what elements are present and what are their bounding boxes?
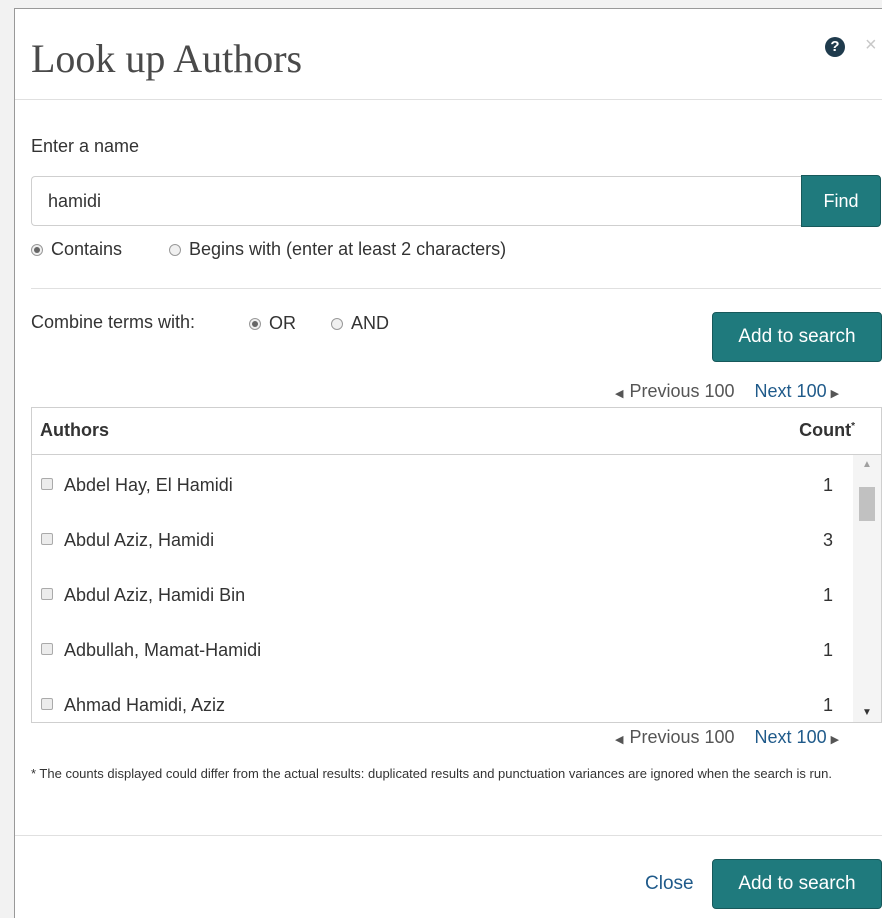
add-to-search-button-top[interactable]: Add to search (712, 312, 882, 362)
and-radio-label: AND (351, 313, 390, 333)
author-name: Abdul Aziz, Hamidi (64, 530, 215, 550)
contains-radio-option[interactable]: Contains (31, 239, 122, 260)
table-row: Ahmad Hamidi, Aziz 1 (32, 675, 853, 722)
table-row: Abdul Aziz, Hamidi Bin 1 (32, 565, 853, 620)
author-name: Ahmad Hamidi, Aziz (64, 695, 226, 715)
or-radio-option[interactable]: OR (249, 313, 296, 334)
table-body: Abdel Hay, El Hamidi 1 Abdul Aziz, Hamid… (32, 455, 853, 722)
triangle-right-icon: ▶ (830, 734, 840, 746)
close-icon[interactable]: × (865, 35, 877, 55)
author-count: 1 (822, 585, 833, 605)
pager-bottom: ◀ Previous 100 Next 100 ▶ (615, 727, 839, 748)
row-checkbox[interactable] (41, 478, 53, 490)
look-up-authors-dialog: Look up Authors ? × Enter a name Find Co… (14, 8, 882, 918)
triangle-left-icon: ◀ (615, 388, 624, 400)
pager-top: ◀ Previous 100 Next 100 ▶ (615, 381, 839, 402)
contains-radio[interactable] (31, 243, 43, 256)
table-header: Authors Count* (32, 408, 881, 455)
author-count: 1 (822, 695, 833, 715)
authors-column-header: Authors (40, 420, 109, 440)
table-row: Abdel Hay, El Hamidi 1 (32, 455, 853, 510)
table-row: Abdul Aziz, Hamidi 3 (32, 510, 853, 565)
next-100-link-top[interactable]: Next 100 ▶ (755, 381, 840, 401)
table-row: Adbullah, Mamat-Hamidi 1 (32, 620, 853, 675)
contains-radio-label: Contains (51, 239, 123, 259)
author-name: Abdul Aziz, Hamidi Bin (64, 585, 246, 605)
enter-name-label: Enter a name (31, 136, 140, 156)
author-name: Abdel Hay, El Hamidi (64, 475, 233, 495)
combine-terms-label: Combine terms with: (31, 312, 196, 332)
begins-with-radio[interactable] (169, 243, 181, 256)
scroll-up-arrow-icon[interactable]: ▲ (853, 459, 881, 470)
or-radio-label: OR (269, 313, 296, 333)
author-name: Adbullah, Mamat-Hamidi (64, 640, 262, 660)
section-divider (31, 288, 881, 289)
header-divider (15, 99, 882, 100)
count-column-header: Count* (799, 420, 855, 440)
and-radio[interactable] (331, 317, 343, 330)
previous-100-link-top[interactable]: ◀ Previous 100 (615, 381, 735, 401)
scroll-down-arrow-icon[interactable]: ▼ (853, 707, 881, 718)
question-circle-icon[interactable]: ? (825, 37, 845, 57)
begins-with-radio-label: Begins with (enter at least 2 characters… (189, 239, 507, 259)
and-radio-option[interactable]: AND (331, 313, 389, 334)
row-checkbox[interactable] (41, 698, 53, 710)
triangle-left-icon: ◀ (615, 734, 624, 746)
dialog-title: Look up Authors (31, 36, 303, 81)
close-link[interactable]: Close (645, 873, 694, 895)
next-100-link-bottom[interactable]: Next 100 ▶ (755, 727, 840, 747)
name-search-input[interactable] (31, 176, 803, 226)
row-checkbox[interactable] (41, 533, 53, 545)
footer-divider (15, 835, 882, 836)
begins-with-radio-option[interactable]: Begins with (enter at least 2 characters… (169, 239, 506, 260)
or-radio[interactable] (249, 317, 261, 330)
row-checkbox[interactable] (41, 588, 53, 600)
count-footnote: * The counts displayed could differ from… (31, 766, 832, 781)
table-scrollbar[interactable]: ▲ ▼ (853, 455, 881, 722)
scroll-thumb[interactable] (859, 487, 875, 521)
author-count: 1 (822, 640, 833, 660)
author-count: 1 (822, 475, 833, 495)
authors-table: Authors Count* Abdel Hay, El Hamidi 1 Ab… (31, 407, 882, 723)
previous-100-link-bottom[interactable]: ◀ Previous 100 (615, 727, 735, 747)
add-to-search-button-bottom[interactable]: Add to search (712, 859, 882, 909)
author-count: 3 (822, 530, 833, 550)
find-button[interactable]: Find (801, 175, 881, 227)
triangle-right-icon: ▶ (830, 388, 840, 400)
row-checkbox[interactable] (41, 643, 53, 655)
